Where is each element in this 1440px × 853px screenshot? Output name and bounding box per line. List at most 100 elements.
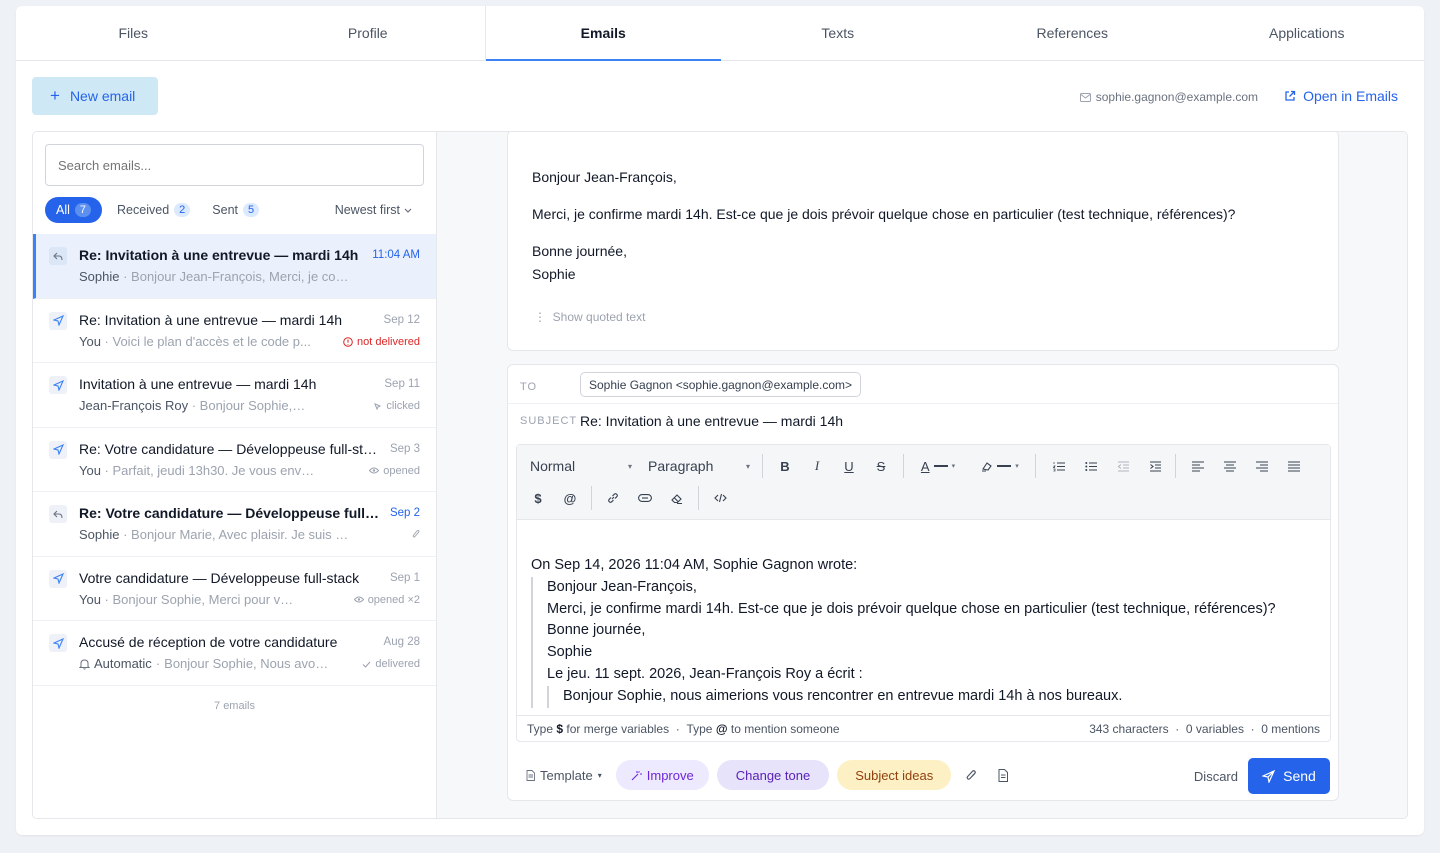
align-center-icon[interactable] [1220, 455, 1240, 477]
filter-all[interactable]: All 7 [45, 197, 103, 223]
hint-type: Type [527, 721, 554, 736]
attachment-icon [412, 529, 420, 539]
email-preview: Bonjour Jean-François, Merci, je confirm… [131, 269, 349, 284]
email-preview-line: Sophie · Bonjour Marie, Avec plaisir. Je… [79, 527, 351, 542]
reply-icon [49, 505, 67, 523]
filter-sent-count: 5 [243, 203, 260, 217]
indent-icon[interactable] [1145, 455, 1165, 477]
insert-document-button[interactable] [992, 760, 1014, 790]
show-quoted-text-button[interactable]: ⋮ Show quoted text [534, 310, 645, 324]
alert-icon [343, 336, 353, 347]
send-icon [49, 440, 67, 459]
list-item[interactable]: Accusé de réception de votre candidature… [33, 621, 436, 686]
filter-all-count: 7 [74, 203, 92, 217]
mention-count: 0 mentions [1261, 721, 1320, 736]
at-icon: @ [715, 721, 728, 736]
tab-profile[interactable]: Profile [251, 6, 486, 60]
account-address: sophie.gagnon@example.com [1079, 90, 1258, 104]
variable-count: 0 variables [1185, 721, 1244, 736]
email-date: Aug 28 [383, 636, 420, 648]
email-preview-line: You · Parfait, jeudi 13h30. Je vous envo… [79, 463, 319, 478]
filter-bar: All 7 Received 2 Sent 5 Newest first [45, 197, 424, 223]
code-icon[interactable] [710, 487, 730, 509]
status-text: clicked [386, 400, 420, 412]
email-subject: Re: Votre candidature — Développeuse ful… [79, 505, 381, 521]
discard-button[interactable]: Discard [1194, 769, 1238, 784]
composer-actions: Template ▾ Improve Change tone Subject id… [524, 760, 1014, 790]
filter-received-count: 2 [174, 203, 191, 217]
emails-panel: All 7 Received 2 Sent 5 Newest first Re: In… [32, 131, 1408, 819]
editor-content[interactable]: On Sep 14, 2026 11:04 AM, Sophie Gagnon … [531, 555, 1276, 708]
mention-icon[interactable]: @ [560, 487, 580, 509]
align-justify-icon[interactable] [1284, 455, 1304, 477]
list-item[interactable]: Invitation à une entrevue — mardi 14h Se… [33, 363, 436, 428]
open-in-emails-link[interactable]: Open in Emails [1284, 88, 1398, 104]
tab-references[interactable]: References [955, 6, 1190, 60]
bullet-list-icon[interactable] [1081, 455, 1101, 477]
text-style-select[interactable]: Normal ▾ [530, 455, 632, 477]
tab-files[interactable]: Files [16, 6, 251, 60]
magic-icon [631, 770, 642, 781]
hint-merge: for merge variables [566, 721, 670, 736]
tab-applications[interactable]: Applications [1190, 6, 1425, 60]
tab-emails[interactable]: Emails [485, 6, 721, 61]
send-button[interactable]: Send [1248, 758, 1330, 794]
tab-bar: Files Profile Emails Texts References Ap… [16, 6, 1424, 61]
embed-link-icon[interactable] [635, 487, 655, 509]
tab-texts[interactable]: Texts [721, 6, 956, 60]
status-badge: clicked [373, 400, 420, 412]
template-button[interactable]: Template ▾ [524, 760, 604, 790]
search-input[interactable] [45, 144, 424, 186]
chevron-down-icon [404, 208, 412, 213]
recipient-chip[interactable]: Sophie Gagnon <sophie.gagnon@example.com… [580, 372, 862, 397]
status-badge: opened [369, 465, 420, 477]
outdent-icon[interactable] [1113, 455, 1133, 477]
filter-all-label: All [56, 203, 70, 217]
attach-button[interactable] [959, 760, 984, 790]
email-preview-line: You · Voici le plan d'accès et le code p… [79, 333, 311, 349]
status-badge: not delivered [343, 336, 420, 348]
filter-received-label: Received [117, 203, 170, 217]
bold-icon[interactable]: B [775, 455, 795, 477]
align-left-icon[interactable] [1188, 455, 1208, 477]
template-label: Template [540, 767, 593, 783]
list-item[interactable]: Re: Invitation à une entrevue — mardi 14… [33, 234, 436, 299]
quoted-line: Le jeu. 11 sept. 2026, Jean-François Roy… [547, 665, 863, 682]
text-color-icon[interactable]: A ▾ [913, 455, 963, 477]
filter-received[interactable]: Received 2 [106, 197, 201, 223]
clear-format-icon[interactable] [667, 487, 687, 509]
list-item[interactable]: Votre candidature — Développeuse full-st… [33, 557, 436, 621]
new-email-label: New email [69, 88, 136, 104]
highlight-icon[interactable]: ▾ [975, 455, 1025, 477]
italic-icon[interactable]: I [807, 455, 827, 477]
list-item[interactable]: Re: Votre candidature — Développeuse ful… [33, 492, 436, 557]
change-tone-label: Change tone [735, 767, 811, 783]
new-email-button[interactable]: + New email [32, 77, 158, 115]
divider [591, 486, 592, 510]
email-sender: You [79, 333, 101, 349]
hint-mention: to mention someone [730, 721, 840, 736]
numbered-list-icon[interactable] [1049, 455, 1069, 477]
status-text: opened [383, 464, 420, 477]
improve-button[interactable]: Improve [615, 760, 709, 790]
filter-sent-label: Sent [212, 203, 238, 217]
email-subject: Re: Invitation à une entrevue — mardi 14… [79, 247, 359, 263]
editor-footer: Type $ for merge variables · Type @ to m… [517, 715, 1330, 741]
merge-variable-icon[interactable]: $ [528, 487, 548, 509]
subject-ideas-button[interactable]: Subject ideas [837, 760, 952, 790]
align-right-icon[interactable] [1252, 455, 1272, 477]
reply-composer: TO Sophie Gagnon <sophie.gagnon@example.… [507, 364, 1339, 801]
underline-icon[interactable]: U [839, 455, 859, 477]
block-type-select[interactable]: Paragraph ▾ [648, 455, 750, 477]
sort-dropdown[interactable]: Newest first [335, 203, 424, 217]
change-tone-button[interactable]: Change tone [716, 760, 830, 790]
filter-sent[interactable]: Sent 5 [201, 197, 270, 223]
link-icon[interactable] [603, 487, 623, 509]
strikethrough-icon[interactable]: S [871, 455, 891, 477]
list-item[interactable]: Re: Votre candidature — Développeuse ful… [33, 428, 436, 492]
email-preview-line: Sophie · Bonjour Jean-François, Merci, j… [79, 269, 349, 284]
quoted-block: Bonjour Jean-François, Merci, je confirm… [531, 576, 1276, 708]
subject-field[interactable]: Re: Invitation à une entrevue — mardi 14… [580, 413, 843, 429]
send-icon [49, 311, 67, 330]
list-item[interactable]: Re: Invitation à une entrevue — mardi 14… [33, 299, 436, 363]
